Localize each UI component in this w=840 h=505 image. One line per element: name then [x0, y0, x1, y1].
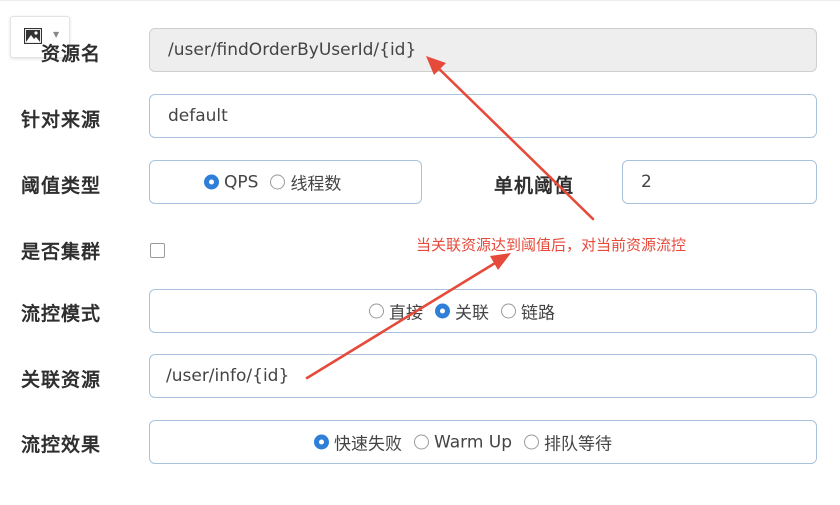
arrow-down-line [305, 255, 507, 380]
arrow-up-line [430, 60, 595, 221]
arrow-right-head-icon [490, 253, 511, 270]
annotation-arrows [305, 56, 595, 380]
